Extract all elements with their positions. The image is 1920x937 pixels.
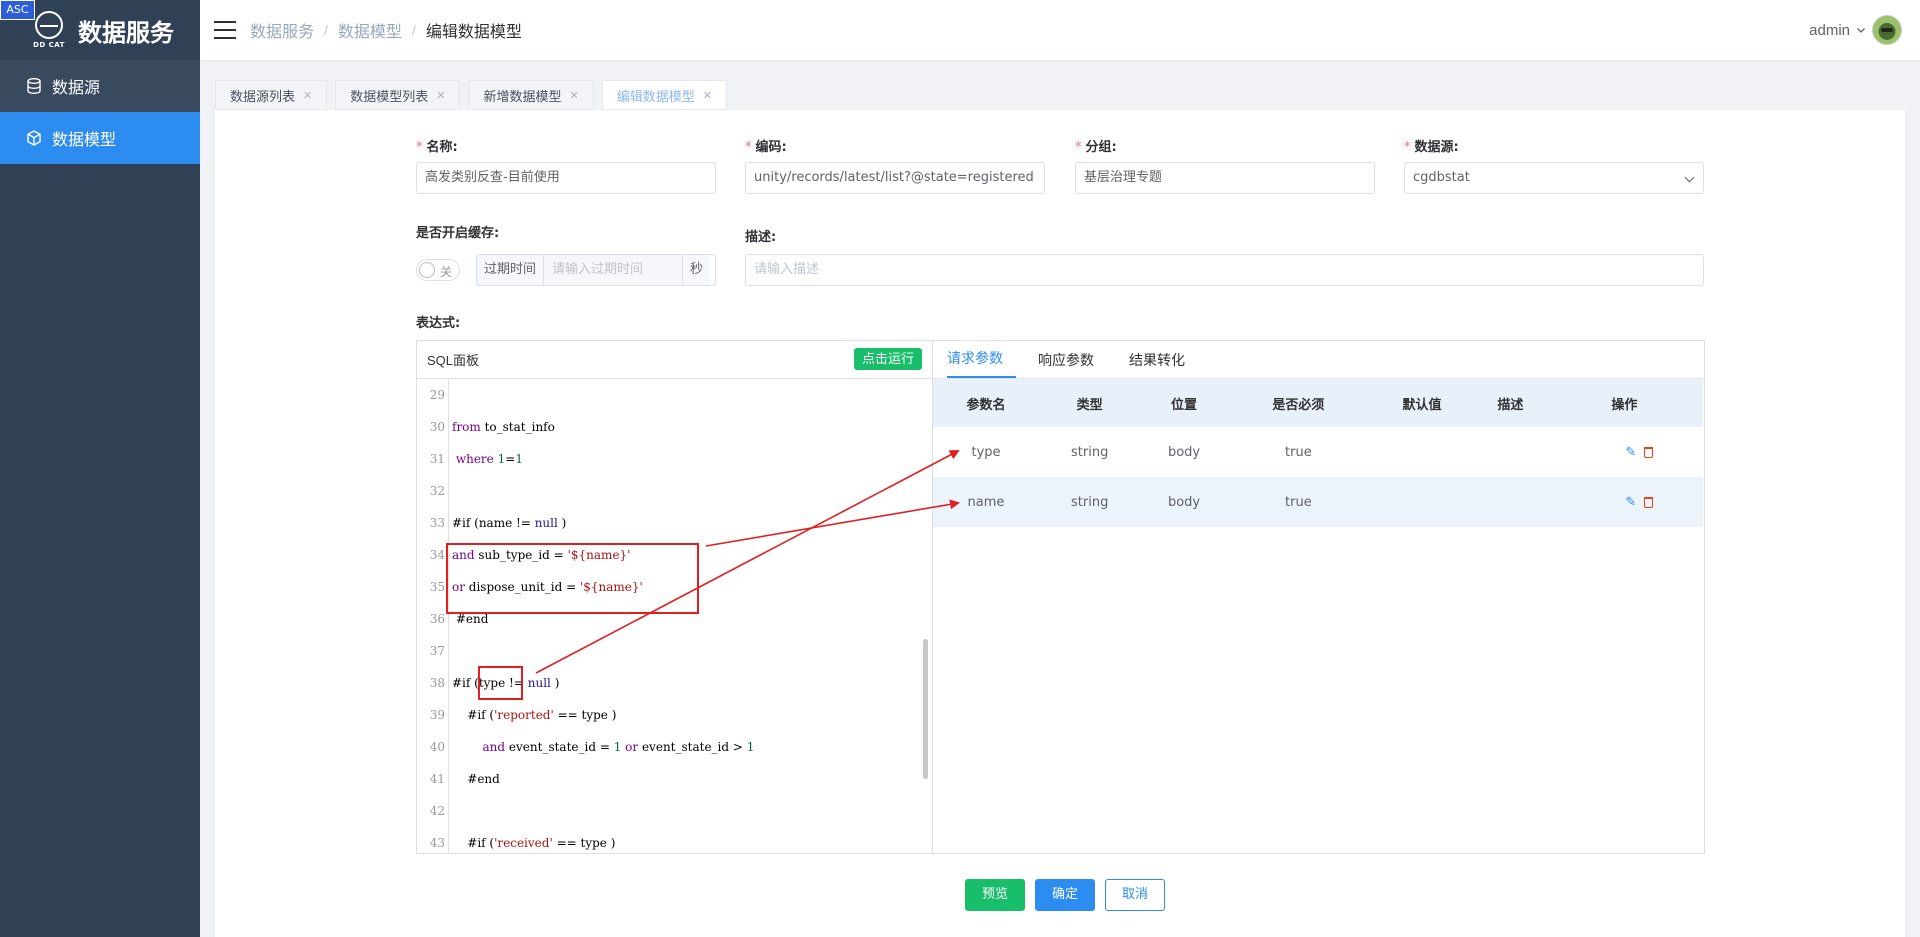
arrow-name xyxy=(705,499,960,547)
preview-button[interactable]: 预览 xyxy=(965,879,1025,911)
confirm-button[interactable]: 确定 xyxy=(1035,879,1095,911)
cancel-button[interactable]: 取消 xyxy=(1105,879,1165,911)
arrow-type xyxy=(535,450,960,674)
annotation-arrows xyxy=(535,450,960,674)
